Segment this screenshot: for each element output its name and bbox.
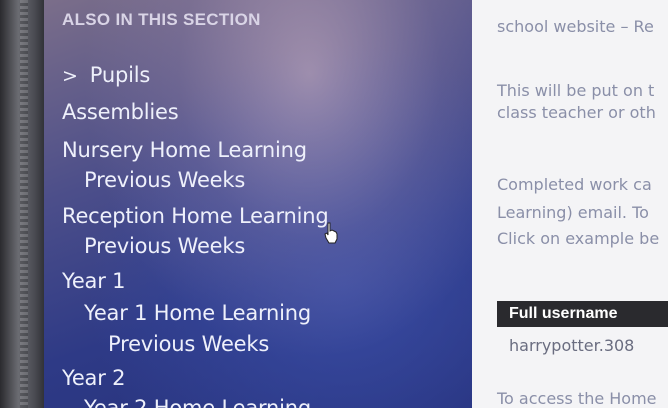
nav-item-label: Pupils (89, 63, 151, 87)
content-para1-line1: This will be put on t (497, 81, 655, 100)
content-footer-line: To access the Home (497, 389, 657, 408)
nav-item-nursery-previous-weeks[interactable]: Previous Weeks (84, 168, 245, 192)
chevron-right-icon: > (62, 65, 78, 87)
content-para2-line1: Completed work ca (497, 175, 652, 194)
nav-item-year-2[interactable]: Year 2 (62, 366, 126, 390)
content-para2-line3: Click on example be (497, 229, 660, 248)
content-intro-line: school website – Re (497, 17, 654, 36)
main-content: school website – Re This will be put on … (472, 0, 668, 408)
monitor-bezel (0, 0, 46, 408)
nav-item-reception-previous-weeks[interactable]: Previous Weeks (84, 234, 245, 258)
nav-item-nursery-home-learning[interactable]: Nursery Home Learning (62, 138, 307, 162)
hand-cursor-icon (324, 222, 338, 244)
nav-item-year-2-home-learning[interactable]: Year 2 Home Learning (84, 396, 311, 408)
nav-item-year-1-previous-weeks[interactable]: Previous Weeks (108, 332, 269, 356)
nav-item-reception-home-learning[interactable]: Reception Home Learning (62, 204, 329, 228)
section-heading: ALSO IN THIS SECTION (62, 10, 261, 29)
section-sidebar: ALSO IN THIS SECTION > Pupils Assemblies … (44, 0, 472, 408)
nav-item-pupils[interactable]: > Pupils (62, 63, 150, 87)
content-para2-line2: Learning) email. To (497, 203, 649, 222)
content-para1-line2: class teacher or oth (497, 103, 656, 122)
nav-item-assemblies[interactable]: Assemblies (62, 100, 179, 124)
nav-item-year-1[interactable]: Year 1 (62, 269, 126, 293)
table-cell-username: harrypotter.308 (509, 336, 635, 355)
table-header-full-username: Full username (497, 301, 668, 327)
nav-item-year-1-home-learning[interactable]: Year 1 Home Learning (84, 301, 311, 325)
